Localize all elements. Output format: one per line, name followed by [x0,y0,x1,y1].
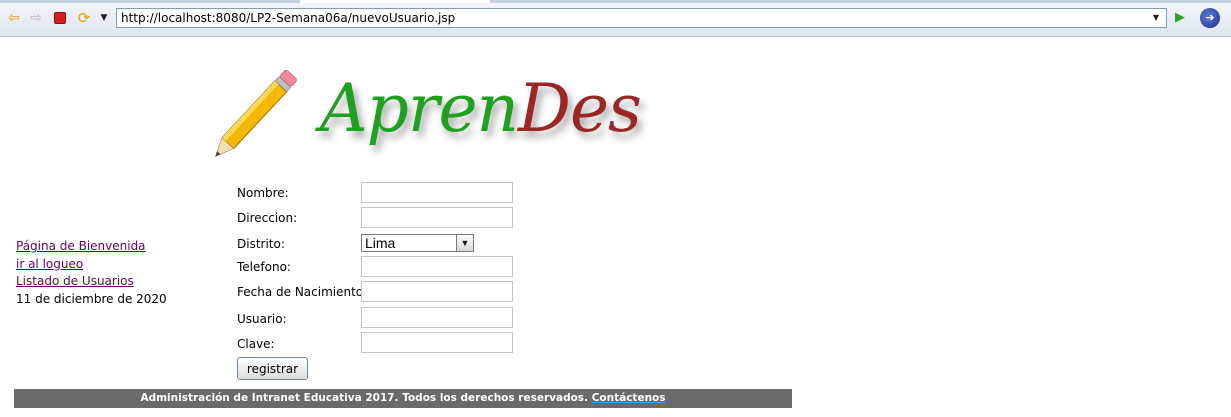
register-button[interactable]: registrar [237,357,308,380]
browser-toolbar: ⇦ ⇨ ⟳ ▼ ▼ ▶ ➔ [0,0,1231,37]
logo-text-part2: Des [518,70,642,147]
logo-wordmark: AprenDes [320,64,642,154]
address-bar: ▼ [116,8,1167,28]
back-arrow-icon[interactable]: ⇦ [5,9,23,27]
pencil-icon [214,69,297,157]
footer-text: Administración de Intranet Educativa 201… [140,392,589,404]
login-link[interactable]: ir al logueo [16,256,196,274]
nombre-label: Nombre: [237,186,289,200]
logo-text-part1: Apren [320,70,519,147]
fecha-nacimiento-label: Fecha de Nacimiento: [237,285,368,299]
direccion-input[interactable] [361,207,513,228]
distrito-select[interactable]: Lima ▼ [361,234,474,252]
user-list-link[interactable]: Listado de Usuarios [16,273,196,291]
chevron-down-icon[interactable]: ▼ [456,235,473,251]
distrito-label: Distrito: [237,237,285,251]
welcome-page-link[interactable]: Página de Bienvenida [16,238,196,256]
stop-icon[interactable] [51,9,69,27]
url-input[interactable] [121,10,1141,26]
forward-arrow-icon[interactable]: ⇨ [27,9,45,27]
telefono-label: Telefono: [237,260,291,274]
telefono-input[interactable] [361,256,513,277]
sidebar-menu: Página de Bienvenida ir al logueo Listad… [16,238,196,308]
extension-icon[interactable]: ➔ [1200,8,1220,28]
usuario-input[interactable] [361,307,513,328]
direccion-label: Direccion: [237,211,298,225]
refresh-icon[interactable]: ⟳ [75,9,93,27]
fecha-nacimiento-input[interactable] [361,281,513,302]
go-arrow-icon[interactable]: ▶ [1175,9,1191,27]
nombre-input[interactable] [361,182,513,203]
active-tab[interactable] [300,0,490,3]
url-history-dropdown-icon[interactable]: ▼ [1149,10,1163,26]
clave-input[interactable] [361,332,513,353]
distrito-selected-value: Lima [365,235,396,251]
clave-label: Clave: [237,337,275,351]
contact-link[interactable]: Contáctenos [592,392,666,404]
page-footer: Administración de Intranet Educativa 201… [14,389,792,408]
current-date: 11 de diciembre de 2020 [16,291,167,306]
usuario-label: Usuario: [237,312,287,326]
dropdown-icon[interactable]: ▼ [95,9,113,27]
tab-strip [0,0,1231,3]
